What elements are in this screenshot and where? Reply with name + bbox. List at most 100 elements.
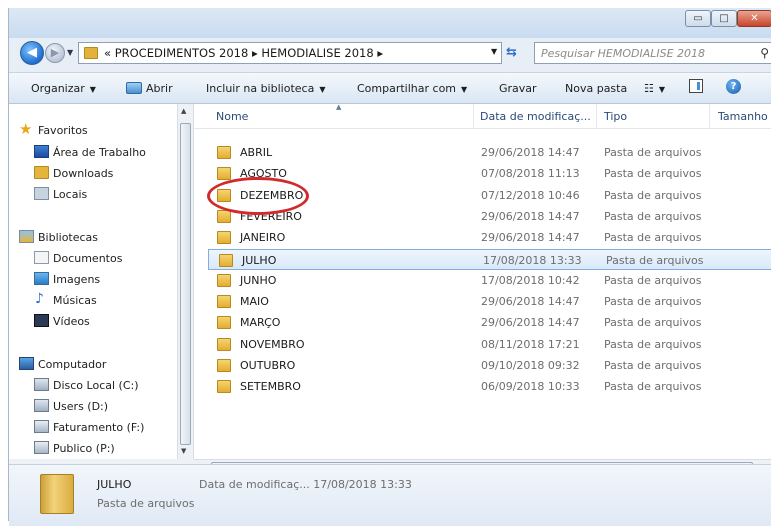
file-type: Pasta de arquivos — [604, 209, 702, 223]
recent-pages-dropdown[interactable]: ▼ — [67, 48, 73, 57]
chevron-down-icon: ▼ — [461, 85, 468, 94]
file-list: ▲ Nome Data de modificaç... Tipo Tamanho… — [194, 104, 771, 459]
computer-icon — [19, 357, 34, 370]
file-row[interactable]: OUTUBRO 09/10/2018 09:32 Pasta de arquivos — [207, 355, 771, 376]
column-size[interactable]: Tamanho — [718, 110, 768, 123]
nav-images[interactable]: Imagens — [9, 269, 177, 290]
column-type[interactable]: Tipo — [604, 110, 627, 123]
search-icon[interactable]: ⚲ — [760, 46, 769, 60]
nav-desktop[interactable]: Área de Trabalho — [9, 142, 177, 163]
network-drive-icon — [34, 441, 49, 454]
nav-local-disk[interactable]: Disco Local (C:) — [9, 375, 177, 396]
view-list-icon: ☷ — [644, 82, 654, 95]
minimize-icon: ▭ — [693, 13, 703, 24]
nav-billing-drive[interactable]: Faturamento (F:) — [9, 417, 177, 438]
nav-downloads[interactable]: Downloads — [9, 163, 177, 184]
file-row[interactable]: JUNHO 17/08/2018 10:42 Pasta de arquivos — [207, 270, 771, 291]
file-type: Pasta de arquivos — [604, 380, 702, 394]
details-pane: JULHO Pasta de arquivos Data de modifica… — [9, 464, 771, 526]
file-row[interactable]: MARÇO 29/06/2018 14:47 Pasta de arquivos — [207, 312, 771, 333]
details-name: JULHO — [97, 478, 132, 491]
folder-icon — [219, 253, 233, 267]
back-button[interactable]: ◀ — [20, 41, 44, 65]
nav-documents[interactable]: Documentos — [9, 248, 177, 269]
file-date: 08/11/2018 17:21 — [481, 337, 580, 351]
network-drive-icon — [34, 420, 49, 433]
file-row[interactable]: NOVEMBRO 08/11/2018 17:21 Pasta de arquivo… — [207, 334, 771, 355]
file-date: 07/12/2018 10:46 — [481, 188, 580, 202]
address-row: ◀ ▶ ▼ « PROCEDIMENTOS 2018 ▸ HEMODIALISE… — [9, 38, 771, 66]
music-icon: ♪ — [35, 291, 44, 307]
file-row[interactable]: SETEMBRO 06/09/2018 10:33 Pasta de arquivo… — [207, 376, 771, 397]
folder-icon — [217, 146, 231, 159]
column-name[interactable]: Nome — [216, 110, 248, 123]
nav-label: Disco Local (C:) — [53, 379, 139, 392]
preview-pane-icon[interactable] — [689, 79, 703, 93]
file-type: Pasta de arquivos — [604, 316, 702, 330]
breadcrumb[interactable]: « PROCEDIMENTOS 2018 ▸ HEMODIALISE 2018 … — [104, 46, 383, 60]
nav-favorites[interactable]: ★ Favoritos — [9, 120, 177, 141]
desktop-icon — [34, 145, 49, 158]
nav-videos[interactable]: Vídeos — [9, 311, 177, 332]
file-name: JULHO — [242, 253, 277, 267]
nav-users-drive[interactable]: Users (D:) — [9, 396, 177, 417]
column-divider[interactable] — [596, 104, 597, 128]
scrollbar-thumb[interactable] — [180, 123, 191, 445]
close-button[interactable]: ✕ — [737, 10, 771, 27]
search-placeholder: Pesquisar HEMODIALISE 2018 — [541, 47, 706, 60]
file-date: 09/10/2018 09:32 — [481, 359, 580, 372]
scroll-down-icon[interactable]: ▼ — [181, 447, 186, 455]
column-date[interactable]: Data de modificaç... — [480, 110, 591, 123]
file-row[interactable]: JULHO 17/08/2018 13:33 Pasta de arquivos — [208, 248, 771, 270]
details-type: Pasta de arquivos — [97, 497, 195, 510]
file-name: SETEMBRO — [240, 380, 301, 394]
chevron-down-icon: ▼ — [658, 85, 666, 94]
new-folder-button[interactable]: Nova pasta — [565, 82, 627, 95]
nav-label: Users (D:) — [53, 400, 109, 413]
folder-icon — [217, 337, 231, 351]
column-divider[interactable] — [709, 104, 710, 128]
nav-libraries[interactable]: Bibliotecas — [9, 227, 177, 248]
details-date: Data de modificaç... 17/08/2018 13:33 — [199, 478, 412, 491]
file-row[interactable]: JANEIRO 29/06/2018 14:47 Pasta de arquivos — [207, 227, 771, 248]
address-dropdown-button[interactable]: ▼ — [491, 47, 497, 56]
nav-music[interactable]: ♪ Músicas — [9, 290, 177, 311]
file-date: 07/08/2018 11:13 — [481, 167, 580, 181]
maximize-icon: □ — [719, 13, 729, 24]
nav-public-drive[interactable]: Publico (P:) — [9, 438, 177, 459]
address-bar[interactable]: « PROCEDIMENTOS 2018 ▸ HEMODIALISE 2018 … — [78, 42, 502, 64]
minimize-button[interactable]: ▭ — [685, 10, 711, 27]
burn-button[interactable]: Gravar — [499, 82, 537, 95]
column-divider[interactable] — [473, 104, 474, 128]
include-library-button[interactable]: Incluir na biblioteca ▼ — [206, 82, 325, 95]
nav-label: Computador — [38, 358, 107, 371]
nav-label: Downloads — [53, 167, 114, 180]
share-with-button[interactable]: Compartilhar com ▼ — [357, 82, 467, 95]
navigation-pane: ★ Favoritos Área de Trabalho Downloads Lo… — [9, 104, 177, 459]
scroll-up-icon[interactable]: ▲ — [181, 107, 186, 115]
recent-places-icon — [34, 187, 49, 200]
documents-icon — [34, 251, 49, 264]
open-button[interactable]: Abrir — [126, 82, 173, 95]
star-icon: ★ — [19, 120, 33, 138]
file-row[interactable]: MAIO 29/06/2018 14:47 Pasta de arquivos — [207, 291, 771, 312]
folder-icon — [217, 380, 231, 394]
file-type: Pasta de arquivos — [604, 295, 702, 309]
help-icon[interactable]: ? — [726, 79, 741, 94]
search-input[interactable]: Pesquisar HEMODIALISE 2018 ⚲ — [534, 42, 771, 64]
nav-computer[interactable]: Computador — [9, 354, 177, 375]
explorer-window: ▭ □ ✕ ◀ ▶ ▼ « PROCEDIMENTOS 2018 ▸ HEMOD… — [8, 8, 771, 526]
file-date: 17/08/2018 13:33 — [483, 253, 582, 267]
refresh-button[interactable]: ⇆ — [506, 45, 517, 60]
navigation-scrollbar[interactable]: ▲ ▼ — [177, 104, 194, 459]
maximize-button[interactable]: □ — [711, 10, 737, 27]
folder-icon — [217, 273, 231, 287]
file-date: 29/06/2018 14:47 — [481, 316, 580, 330]
nav-label: Favoritos — [38, 124, 88, 137]
forward-button[interactable]: ▶ — [45, 43, 65, 63]
drive-icon — [34, 399, 49, 412]
change-view-button[interactable]: ☷ ▼ — [644, 82, 665, 95]
nav-places[interactable]: Locais — [9, 184, 177, 205]
file-row[interactable]: ABRIL 29/06/2018 14:47 Pasta de arquivos — [207, 142, 771, 163]
organize-button[interactable]: Organizar ▼ — [31, 82, 96, 95]
